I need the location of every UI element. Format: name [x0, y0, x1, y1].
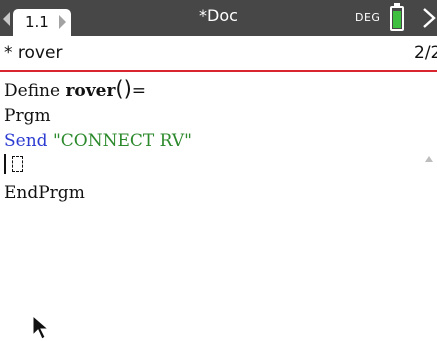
battery-icon [390, 3, 404, 31]
code-line-prgm[interactable]: Prgm [4, 105, 51, 127]
code-line-send[interactable]: Send "CONNECT RV" [4, 130, 192, 152]
define-keyword: Define [4, 81, 66, 101]
mouse-pointer-icon [32, 315, 50, 340]
page-indicator: 2/2 [414, 43, 437, 63]
program-editor[interactable]: Define rover()= Prgm Send "CONNECT RV" E… [0, 72, 437, 340]
text-cursor [4, 154, 6, 174]
angle-mode-indicator: DEG [355, 11, 381, 24]
battery-level [393, 11, 401, 28]
empty-line-placeholder[interactable] [12, 156, 23, 172]
code-line-define[interactable]: Define rover()= [4, 78, 146, 102]
parameter-parens: () [115, 77, 132, 101]
chevron-right-icon[interactable] [421, 7, 437, 29]
send-keyword: Send [4, 131, 48, 151]
equals-sign: = [131, 81, 147, 101]
code-line-endprgm[interactable]: EndPrgm [4, 182, 85, 204]
program-identifier: rover [65, 81, 116, 101]
program-editor-header: * rover 2/2 [0, 36, 437, 72]
title-bar: 1.1 *Doc DEG [0, 0, 437, 36]
program-name: * rover [4, 43, 63, 63]
scroll-indicator-icon [425, 156, 433, 162]
send-string: "CONNECT RV" [52, 131, 192, 151]
